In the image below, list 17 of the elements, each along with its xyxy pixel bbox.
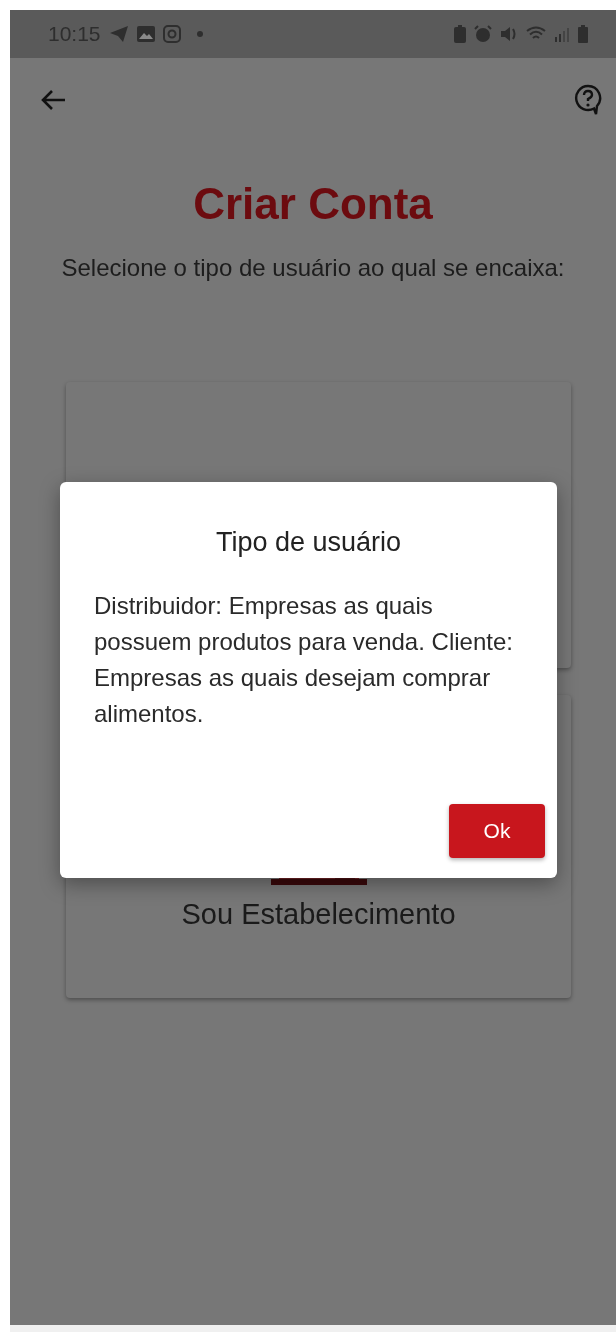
alarm-icon — [474, 25, 492, 43]
battery-saver-icon — [454, 25, 466, 43]
signal-icon — [554, 26, 570, 42]
send-icon — [108, 25, 129, 43]
dialog-message: Distribuidor: Empresas as quais possuem produtos para venda. Cliente: Empresas as quais desejam comprar alimentos. — [94, 591, 514, 730]
help-icon[interactable] — [574, 84, 602, 116]
card-label: Sou Estabelecimento — [181, 897, 456, 933]
dot-icon — [196, 31, 203, 37]
battery-icon — [578, 25, 588, 43]
screen-title: Criar Conta — [192, 180, 434, 229]
camera-icon — [162, 25, 181, 43]
ok-button[interactable]: Ok — [449, 804, 545, 858]
back-arrow-icon[interactable] — [40, 89, 66, 111]
dialog-title: Tipo de usuário — [214, 526, 403, 559]
image-icon — [136, 26, 155, 42]
screen-subtitle: Selecione o tipo de usuário ao qual se encaixa: — [60, 253, 566, 284]
mute-icon — [500, 25, 518, 43]
